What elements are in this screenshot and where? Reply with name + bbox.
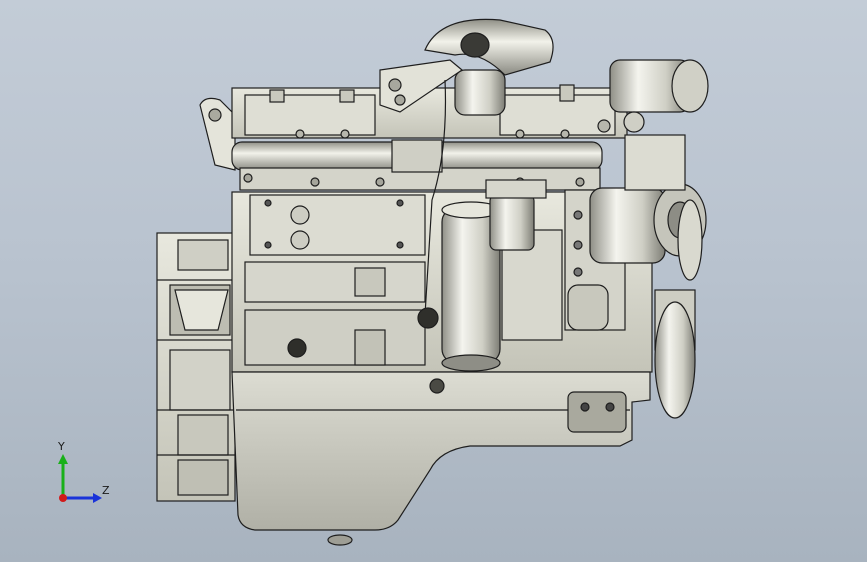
coordinate-triad: Y Z	[48, 440, 128, 510]
cylinder-head	[231, 84, 628, 139]
x-axis-dot-icon	[59, 494, 67, 502]
flywheel-housing	[156, 232, 236, 502]
graphics-viewport[interactable]: Y Z	[0, 0, 867, 562]
y-axis-label: Y	[58, 440, 65, 453]
z-arrowhead-icon	[93, 493, 102, 503]
engine-model[interactable]	[0, 0, 867, 562]
lifting-bracket	[199, 97, 236, 171]
z-axis-label: Z	[102, 484, 110, 497]
oil-pan	[231, 371, 651, 546]
y-arrowhead-icon	[58, 454, 68, 464]
